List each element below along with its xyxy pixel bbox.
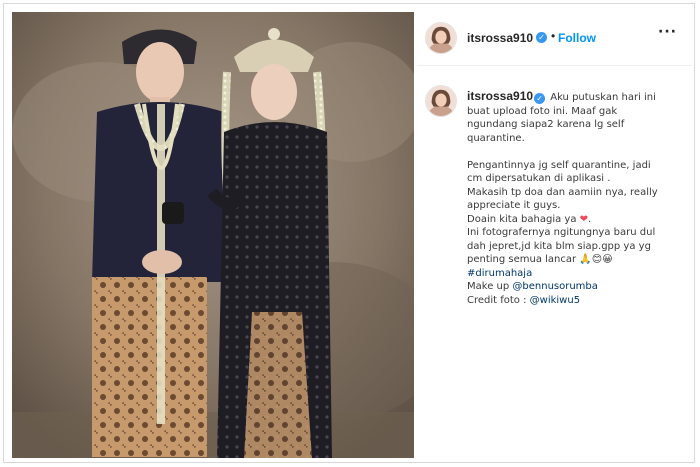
post-header: itsrossa910 ✓ • Follow ··· — [417, 12, 692, 66]
caption-line-9-text: Doain kita bahagia ya — [467, 213, 577, 225]
heart-icon: ❤ — [579, 213, 589, 225]
caption-avatar[interactable] — [425, 85, 457, 117]
caption-line-7: Makasih tp doa dan aamiin nya, really — [467, 186, 658, 198]
post-sidebar: itsrossa910 ✓ • Follow ··· itsrossa910 ✓ … — [417, 12, 692, 458]
wedding-couple-image — [12, 12, 414, 458]
instagram-post: itsrossa910 ✓ • Follow ··· itsrossa910 ✓ … — [3, 3, 695, 463]
caption-line-9: Doain kita bahagia ya ❤. — [467, 213, 682, 227]
separator-dot: • — [551, 29, 556, 43]
caption-line-5: Pengantinnya jg self quarantine, jadi — [467, 159, 651, 171]
header-username[interactable]: itsrossa910 — [467, 31, 533, 45]
caption-line-1: Aku putuskan hari ini — [550, 92, 656, 103]
caption-line-8: appreciate it guys. — [467, 200, 561, 211]
caption-line-12-text: penting semua lancar — [467, 254, 577, 265]
more-options-icon[interactable]: ··· — [658, 24, 677, 40]
verified-badge-icon: ✓ — [534, 93, 546, 104]
caption-line-3: ngundang siapa2 karena lg self — [467, 119, 625, 130]
caption-line-2: buat upload foto ini. Maaf gak — [467, 105, 618, 117]
credit-label: Credit foto : — [467, 294, 530, 306]
profile-picture-icon — [426, 23, 456, 53]
caption-line-9-end: . — [588, 213, 592, 225]
caption-text: itsrossa910 ✓ Aku putuskan hari ini buat … — [467, 89, 682, 308]
hashtag-link[interactable]: #dirumahaja — [467, 268, 532, 279]
profile-picture-icon — [426, 86, 456, 116]
makeup-handle-link[interactable]: @bennusorumba — [512, 281, 598, 292]
avatar[interactable] — [425, 22, 457, 54]
emoji-icons: 🙏😊😀 — [579, 254, 613, 265]
makeup-line: Make up @bennusorumba — [467, 280, 682, 294]
caption-line-11: dah jepret,jd kita blm siap.gpp ya yg — [467, 240, 651, 252]
credit-handle-link[interactable]: @wikiwu5 — [530, 295, 580, 306]
hashtag-line: #dirumahaja — [467, 267, 682, 281]
caption-line-10: Ini fotografernya ngitungnya baru dul — [467, 227, 656, 238]
caption-line-4: quarantine. — [467, 132, 525, 144]
caption-line: itsrossa910 ✓ Aku putuskan hari ini — [467, 89, 682, 105]
follow-button[interactable]: Follow — [558, 31, 596, 45]
credit-line: Credit foto : @wikiwu5 — [467, 294, 682, 308]
caption-line-6: cm dipersatukan di aplikasi . — [467, 173, 611, 184]
post-photo[interactable] — [12, 12, 414, 458]
makeup-label: Make up — [467, 281, 513, 292]
caption-line-12: penting semua lancar 🙏😊😀 — [467, 253, 682, 267]
caption-username[interactable]: itsrossa910 — [467, 89, 533, 103]
verified-badge-icon: ✓ — [536, 32, 547, 43]
